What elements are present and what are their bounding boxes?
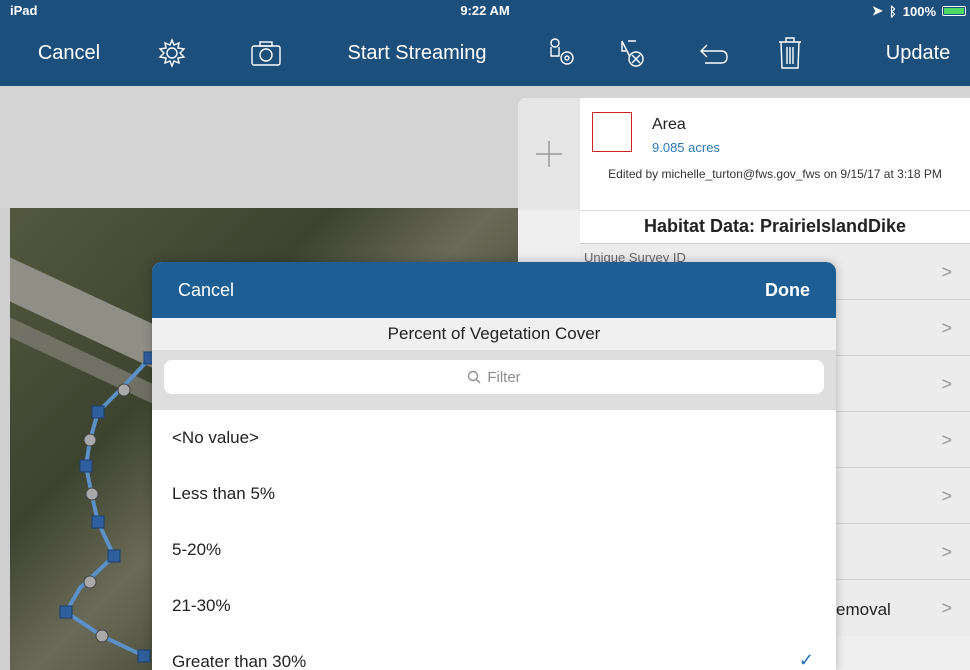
option-row-selected[interactable]: Greater than 30% ✓ — [152, 634, 836, 670]
picker-done-button[interactable]: Done — [765, 280, 810, 301]
trash-icon[interactable] — [772, 20, 808, 86]
chevron-right-icon: > — [941, 542, 952, 562]
area-swatch — [592, 112, 632, 152]
picker-header: Cancel Done — [152, 262, 836, 318]
update-button[interactable]: Update — [870, 20, 966, 86]
option-row[interactable]: Less than 5% — [152, 466, 836, 523]
option-label: 21-30% — [172, 596, 231, 615]
chevron-right-icon: > — [941, 318, 952, 338]
checkmark-icon: ✓ — [798, 650, 814, 670]
location-icon: ➤ — [872, 3, 883, 18]
habitat-title: Habitat Data: PrairieIslandDike — [580, 210, 970, 243]
bluetooth-icon: ᛒ — [888, 3, 897, 19]
plus-icon — [536, 141, 562, 167]
picker-modal: Cancel Done Percent of Vegetation Cover … — [152, 262, 836, 670]
filter-placeholder: Filter — [487, 368, 521, 386]
status-bar: iPad 9:22 AM ➤ ᛒ 100% — [0, 0, 970, 20]
option-label: Greater than 30% — [172, 652, 307, 670]
chevron-right-icon: > — [941, 598, 952, 618]
chevron-right-icon: > — [941, 486, 952, 506]
option-label: 5-20% — [172, 540, 222, 559]
battery-icon — [942, 6, 966, 16]
option-row[interactable]: <No value> — [152, 410, 836, 467]
gps-settings-icon[interactable] — [540, 20, 584, 86]
feature-header: Area 9.085 acres Edited by michelle_turt… — [580, 98, 970, 210]
option-label: <No value> — [172, 428, 259, 447]
cancel-button[interactable]: Cancel — [24, 20, 114, 86]
filter-bar: Filter — [152, 350, 836, 410]
filter-input[interactable]: Filter — [164, 360, 824, 394]
chevron-right-icon: > — [941, 262, 952, 282]
battery-fill — [944, 8, 964, 14]
chevron-right-icon: > — [941, 374, 952, 394]
add-button[interactable] — [518, 98, 581, 210]
edited-info: Edited by michelle_turton@fws.gov_fws on… — [608, 167, 942, 181]
area-title: Area — [652, 116, 686, 133]
picker-title: Percent of Vegetation Cover — [152, 318, 836, 351]
area-size: 9.085 acres — [652, 140, 720, 155]
search-icon — [468, 370, 481, 384]
chevron-right-icon: > — [941, 430, 952, 450]
camera-icon[interactable] — [246, 20, 286, 86]
option-row[interactable]: 21-30% — [152, 578, 836, 635]
toolbar: Cancel Start Streaming Update — [0, 20, 970, 86]
clear-vertices-icon[interactable] — [612, 20, 652, 86]
start-streaming-button[interactable]: Start Streaming — [332, 20, 502, 86]
undo-icon[interactable] — [694, 20, 734, 86]
gear-icon[interactable] — [152, 20, 192, 86]
field-value: emoval — [836, 600, 891, 619]
status-icons: ➤ ᛒ 100% — [872, 3, 966, 19]
battery-percent: 100% — [902, 3, 936, 19]
clock: 9:22 AM — [460, 3, 510, 18]
option-row[interactable]: 5-20% — [152, 522, 836, 579]
option-label: Less than 5% — [172, 484, 276, 503]
picker-cancel-button[interactable]: Cancel — [178, 280, 234, 301]
midpoint-handles[interactable] — [83, 383, 131, 643]
